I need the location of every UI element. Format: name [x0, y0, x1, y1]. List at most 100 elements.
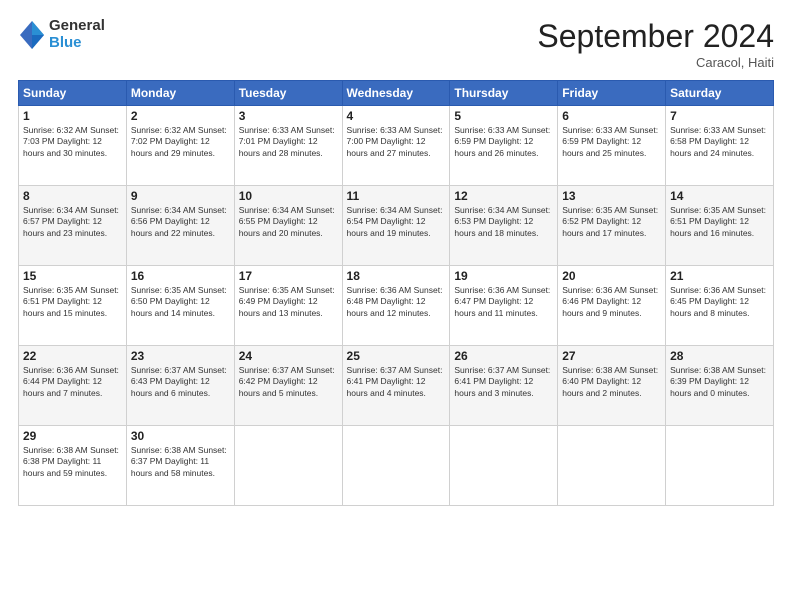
- calendar-week-3: 15 Sunrise: 6:35 AM Sunset: 6:51 PM Dayli…: [19, 266, 774, 346]
- day-info: Sunrise: 6:35 AM Sunset: 6:51 PM Dayligh…: [670, 205, 769, 239]
- day-info: Sunrise: 6:34 AM Sunset: 6:55 PM Dayligh…: [239, 205, 338, 239]
- day-info: Sunrise: 6:35 AM Sunset: 6:50 PM Dayligh…: [131, 285, 230, 319]
- header: General Blue September 2024 Caracol, Hai…: [18, 18, 774, 70]
- title-block: September 2024 Caracol, Haiti: [537, 18, 774, 70]
- day-info: Sunrise: 6:34 AM Sunset: 6:56 PM Dayligh…: [131, 205, 230, 239]
- calendar-cell: 27 Sunrise: 6:38 AM Sunset: 6:40 PM Dayli…: [558, 346, 666, 426]
- calendar-cell: [558, 426, 666, 506]
- calendar-cell: 21 Sunrise: 6:36 AM Sunset: 6:45 PM Dayli…: [666, 266, 774, 346]
- day-number: 4: [347, 109, 446, 123]
- logo-text: General Blue: [49, 18, 105, 51]
- day-number: 11: [347, 189, 446, 203]
- day-info: Sunrise: 6:36 AM Sunset: 6:48 PM Dayligh…: [347, 285, 446, 319]
- calendar-cell: 30 Sunrise: 6:38 AM Sunset: 6:37 PM Dayli…: [126, 426, 234, 506]
- calendar-cell: 16 Sunrise: 6:35 AM Sunset: 6:50 PM Dayli…: [126, 266, 234, 346]
- calendar-week-4: 22 Sunrise: 6:36 AM Sunset: 6:44 PM Dayli…: [19, 346, 774, 426]
- day-info: Sunrise: 6:33 AM Sunset: 7:01 PM Dayligh…: [239, 125, 338, 159]
- calendar-cell: 1 Sunrise: 6:32 AM Sunset: 7:03 PM Daylig…: [19, 106, 127, 186]
- calendar-cell: [450, 426, 558, 506]
- day-info: Sunrise: 6:37 AM Sunset: 6:41 PM Dayligh…: [347, 365, 446, 399]
- day-info: Sunrise: 6:37 AM Sunset: 6:41 PM Dayligh…: [454, 365, 553, 399]
- calendar-cell: 12Sunrise: 6:34 AM Sunset: 6:53 PM Dayli…: [450, 186, 558, 266]
- day-number: 13: [562, 189, 661, 203]
- calendar-table: SundayMondayTuesdayWednesdayThursdayFrid…: [18, 80, 774, 506]
- day-number: 16: [131, 269, 230, 283]
- calendar-cell: 7 Sunrise: 6:33 AM Sunset: 6:58 PM Daylig…: [666, 106, 774, 186]
- day-number: 17: [239, 269, 338, 283]
- day-info: Sunrise: 6:33 AM Sunset: 6:59 PM Dayligh…: [562, 125, 661, 159]
- calendar-cell: 28 Sunrise: 6:38 AM Sunset: 6:39 PM Dayli…: [666, 346, 774, 426]
- day-info: Sunrise: 6:36 AM Sunset: 6:47 PM Dayligh…: [454, 285, 553, 319]
- day-info: Sunrise: 6:37 AM Sunset: 6:42 PM Dayligh…: [239, 365, 338, 399]
- day-number: 19: [454, 269, 553, 283]
- calendar-week-2: 8Sunrise: 6:34 AM Sunset: 6:57 PM Daylig…: [19, 186, 774, 266]
- day-number: 20: [562, 269, 661, 283]
- day-number: 28: [670, 349, 769, 363]
- calendar-cell: 18 Sunrise: 6:36 AM Sunset: 6:48 PM Dayli…: [342, 266, 450, 346]
- calendar-cell: 25 Sunrise: 6:37 AM Sunset: 6:41 PM Dayli…: [342, 346, 450, 426]
- day-number: 25: [347, 349, 446, 363]
- calendar-cell: 20 Sunrise: 6:36 AM Sunset: 6:46 PM Dayli…: [558, 266, 666, 346]
- calendar-cell: 19 Sunrise: 6:36 AM Sunset: 6:47 PM Dayli…: [450, 266, 558, 346]
- calendar-week-1: 1 Sunrise: 6:32 AM Sunset: 7:03 PM Daylig…: [19, 106, 774, 186]
- day-info: Sunrise: 6:35 AM Sunset: 6:52 PM Dayligh…: [562, 205, 661, 239]
- day-number: 15: [23, 269, 122, 283]
- calendar-header: SundayMondayTuesdayWednesdayThursdayFrid…: [19, 81, 774, 106]
- calendar-body: 1 Sunrise: 6:32 AM Sunset: 7:03 PM Daylig…: [19, 106, 774, 506]
- day-number: 22: [23, 349, 122, 363]
- logo-line2: Blue: [49, 35, 105, 52]
- weekday-tuesday: Tuesday: [234, 81, 342, 106]
- day-info: Sunrise: 6:37 AM Sunset: 6:43 PM Dayligh…: [131, 365, 230, 399]
- day-number: 21: [670, 269, 769, 283]
- day-number: 23: [131, 349, 230, 363]
- calendar-cell: 14Sunrise: 6:35 AM Sunset: 6:51 PM Dayli…: [666, 186, 774, 266]
- weekday-friday: Friday: [558, 81, 666, 106]
- day-info: Sunrise: 6:38 AM Sunset: 6:39 PM Dayligh…: [670, 365, 769, 399]
- calendar-cell: 15 Sunrise: 6:35 AM Sunset: 6:51 PM Dayli…: [19, 266, 127, 346]
- calendar-cell: 22 Sunrise: 6:36 AM Sunset: 6:44 PM Dayli…: [19, 346, 127, 426]
- page: General Blue September 2024 Caracol, Hai…: [0, 0, 792, 612]
- weekday-monday: Monday: [126, 81, 234, 106]
- day-number: 26: [454, 349, 553, 363]
- day-number: 1: [23, 109, 122, 123]
- calendar-cell: 9 Sunrise: 6:34 AM Sunset: 6:56 PM Daylig…: [126, 186, 234, 266]
- calendar-cell: 11 Sunrise: 6:34 AM Sunset: 6:54 PM Dayli…: [342, 186, 450, 266]
- calendar-cell: [666, 426, 774, 506]
- location-subtitle: Caracol, Haiti: [537, 55, 774, 70]
- day-info: Sunrise: 6:33 AM Sunset: 6:58 PM Dayligh…: [670, 125, 769, 159]
- day-info: Sunrise: 6:38 AM Sunset: 6:37 PM Dayligh…: [131, 445, 230, 479]
- day-info: Sunrise: 6:38 AM Sunset: 6:40 PM Dayligh…: [562, 365, 661, 399]
- weekday-wednesday: Wednesday: [342, 81, 450, 106]
- calendar-cell: 4 Sunrise: 6:33 AM Sunset: 7:00 PM Daylig…: [342, 106, 450, 186]
- day-number: 2: [131, 109, 230, 123]
- calendar-week-5: 29 Sunrise: 6:38 AM Sunset: 6:38 PM Dayli…: [19, 426, 774, 506]
- day-number: 9: [131, 189, 230, 203]
- day-number: 18: [347, 269, 446, 283]
- day-info: Sunrise: 6:35 AM Sunset: 6:51 PM Dayligh…: [23, 285, 122, 319]
- day-number: 30: [131, 429, 230, 443]
- calendar-cell: 24 Sunrise: 6:37 AM Sunset: 6:42 PM Dayli…: [234, 346, 342, 426]
- day-info: Sunrise: 6:32 AM Sunset: 7:03 PM Dayligh…: [23, 125, 122, 159]
- calendar-cell: 23 Sunrise: 6:37 AM Sunset: 6:43 PM Dayli…: [126, 346, 234, 426]
- calendar-cell: 5Sunrise: 6:33 AM Sunset: 6:59 PM Daylig…: [450, 106, 558, 186]
- weekday-sunday: Sunday: [19, 81, 127, 106]
- day-number: 29: [23, 429, 122, 443]
- day-info: Sunrise: 6:36 AM Sunset: 6:46 PM Dayligh…: [562, 285, 661, 319]
- logo-line1: General: [49, 18, 105, 35]
- logo-icon: [18, 19, 46, 51]
- day-info: Sunrise: 6:36 AM Sunset: 6:45 PM Dayligh…: [670, 285, 769, 319]
- day-number: 6: [562, 109, 661, 123]
- calendar-cell: 29 Sunrise: 6:38 AM Sunset: 6:38 PM Dayli…: [19, 426, 127, 506]
- day-info: Sunrise: 6:38 AM Sunset: 6:38 PM Dayligh…: [23, 445, 122, 479]
- day-info: Sunrise: 6:34 AM Sunset: 6:54 PM Dayligh…: [347, 205, 446, 239]
- weekday-saturday: Saturday: [666, 81, 774, 106]
- calendar-cell: 10Sunrise: 6:34 AM Sunset: 6:55 PM Dayli…: [234, 186, 342, 266]
- day-info: Sunrise: 6:33 AM Sunset: 6:59 PM Dayligh…: [454, 125, 553, 159]
- day-number: 24: [239, 349, 338, 363]
- calendar-cell: [234, 426, 342, 506]
- day-number: 7: [670, 109, 769, 123]
- calendar-cell: 13 Sunrise: 6:35 AM Sunset: 6:52 PM Dayli…: [558, 186, 666, 266]
- day-number: 27: [562, 349, 661, 363]
- day-info: Sunrise: 6:36 AM Sunset: 6:44 PM Dayligh…: [23, 365, 122, 399]
- day-info: Sunrise: 6:33 AM Sunset: 7:00 PM Dayligh…: [347, 125, 446, 159]
